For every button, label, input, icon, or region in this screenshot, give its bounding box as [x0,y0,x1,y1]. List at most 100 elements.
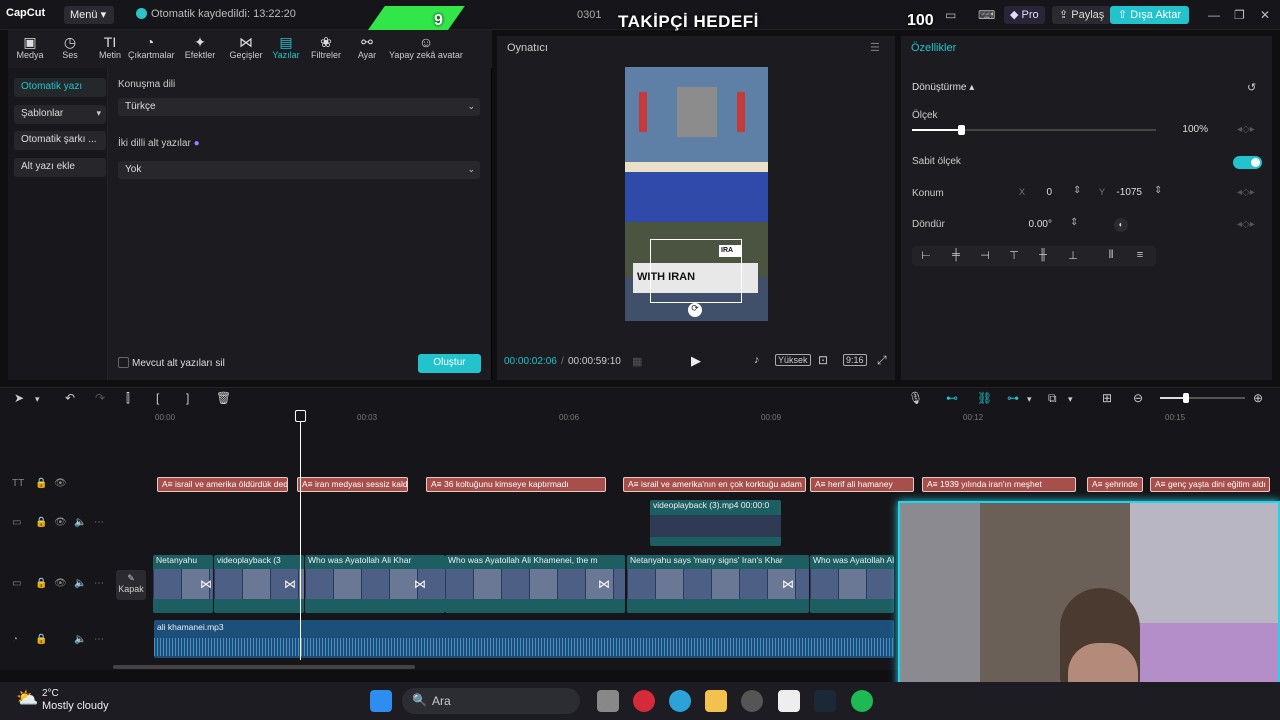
text-clip[interactable]: A≡ şehrinde [1087,477,1143,492]
keyframe-icon[interactable]: ◂◇▸ [1237,219,1255,230]
zoom-slider[interactable] [1160,393,1245,403]
file-explorer-icon[interactable] [705,690,727,712]
align-center-h-icon[interactable]: ╪ [946,249,966,263]
uniform-scale-toggle[interactable] [1233,156,1262,169]
taskbar-search[interactable]: 🔍 Ara [402,688,580,714]
transition-icon[interactable]: ⋈ [414,577,426,591]
align-right-icon[interactable]: ⊣ [975,249,995,263]
tool-transitions[interactable]: ⋈ Geçişler [224,34,268,60]
keyframe-icon[interactable]: ◂◇▸ [1237,187,1255,198]
scale-value[interactable]: 100% [1170,124,1208,139]
capcut-taskbar-icon[interactable] [778,690,800,712]
chatgpt-icon[interactable] [741,690,763,712]
microphone-icon[interactable]: 🎙 [908,391,923,405]
rotate-dial-icon[interactable]: ◐ [1114,218,1128,232]
tool-text[interactable]: TI Metin [88,34,132,60]
share-button[interactable]: ⇪ Paylaş [1052,6,1112,24]
tool-ai-avatar[interactable]: ☺ Yapay zekâ avatar [386,34,466,60]
keyframe-icon[interactable]: ◂◇▸ [1237,124,1255,135]
lock-icon[interactable]: 🔒 [35,578,47,589]
align-center-v-icon[interactable]: ╫ [1033,249,1053,263]
timecode-grid-icon[interactable]: ▦ [632,355,642,368]
split-view-icon[interactable]: ⧉ [1048,391,1057,406]
transition-icon[interactable]: ⋈ [200,577,212,591]
tool-captions[interactable]: ▤ Yazılar [264,34,308,60]
undo-icon[interactable]: ↶ [65,391,75,405]
delete-icon[interactable]: 🗑 [216,391,231,405]
transform-section[interactable]: Dönüştürme ▴ [912,82,974,93]
redo-icon[interactable]: ↷ [95,391,105,405]
pro-badge[interactable]: ◆ Pro [1004,6,1045,24]
audio-clip[interactable]: ali khamanei.mp3 [154,620,894,658]
reset-icon[interactable]: ↺ [1247,81,1256,94]
playhead[interactable] [300,411,301,660]
x-stepper-icon[interactable]: ⇕ [1073,185,1081,196]
task-view-icon[interactable] [597,690,619,712]
timeline-scrollbar[interactable] [113,665,415,669]
fullscreen-icon[interactable]: ⤢ [877,353,887,368]
play-icon[interactable]: ▶ [691,353,701,369]
transition-icon[interactable]: ⋈ [598,577,610,591]
more-icon[interactable]: ⋯ [94,578,104,589]
lock-icon[interactable]: 🔒 [35,478,47,489]
tool-media[interactable]: ▣ Medya [8,34,52,60]
distribute-h-icon[interactable]: ⫴ [1101,249,1121,263]
eye-icon[interactable]: 👁 [54,517,67,528]
more-icon[interactable]: ⋯ [94,634,104,645]
eye-icon[interactable]: 👁 [54,578,67,589]
lock-icon[interactable]: 🔒 [35,634,47,645]
clear-existing-checkbox[interactable] [118,357,129,368]
text-clip[interactable]: A≡ 1939 yılında iran'ın meşhet [922,477,1076,492]
spotify-icon[interactable] [851,690,873,712]
select-tool-icon[interactable]: ➤ [14,391,24,405]
text-clip[interactable]: A≡ iran medyası sessiz kaldı [297,477,408,492]
distribute-v-icon[interactable]: ≡ [1130,249,1150,263]
nav-templates[interactable]: Şablonlar ▾ [14,105,106,124]
tool-sticker[interactable]: ◔ Çıkartmalar [128,34,175,60]
transition-icon[interactable]: ⋈ [782,577,794,591]
transition-icon[interactable]: ⋈ [284,577,296,591]
y-stepper-icon[interactable]: ⇕ [1154,185,1162,196]
menu-button[interactable]: Menü ▾ [64,6,114,24]
chevron-down-icon[interactable]: ▾ [1027,394,1032,405]
rotate-input[interactable]: 0.00° [1020,219,1052,234]
scale-slider-knob[interactable] [957,125,965,135]
video-preview[interactable]: WITH IRAN IRA ⟳ [625,67,768,321]
tool-audio[interactable]: ◷ Ses [48,34,92,60]
tool-effects[interactable]: ✦ Efektler [178,34,222,60]
speaker-icon[interactable]: 🔈 [74,517,86,528]
align-bottom-icon[interactable]: ⊥ [1063,249,1083,263]
windows-start-icon[interactable] [370,690,392,712]
chevron-down-icon[interactable]: ▾ [1068,394,1073,405]
text-clip[interactable]: A≡ herif ali hamaney [810,477,914,492]
export-button[interactable]: ⇧ Dışa Aktar [1110,6,1190,24]
x-input[interactable]: 0 [1030,187,1052,202]
nav-add-subtitle[interactable]: Alt yazı ekle [14,158,106,177]
nav-auto-lyrics[interactable]: Otomatik şarkı ... [14,131,106,150]
scale-slider[interactable] [912,125,1156,135]
tool-filters[interactable]: ❀ Filtreler [304,34,348,60]
rotate-stepper-icon[interactable]: ⇕ [1070,217,1078,228]
trim-left-icon[interactable]: [ [156,391,159,405]
maximize-icon[interactable]: ❐ [1234,8,1245,22]
text-clip[interactable]: A≡ israil ve amerika öldürdük dedi [157,477,288,492]
edge-icon[interactable] [669,690,691,712]
y-input[interactable]: -1075 [1108,187,1142,202]
playhead-handle[interactable] [295,410,306,422]
minimize-icon[interactable]: — [1208,8,1220,22]
zoom-slider-knob[interactable] [1183,393,1189,403]
split-icon[interactable]: ⫿ [126,391,130,406]
quality-button[interactable]: Yüksek [775,354,811,366]
align-top-icon[interactable]: ⊤ [1004,249,1024,263]
create-captions-button[interactable]: Oluştur [418,354,481,373]
language-select[interactable]: Türkçe ⌄ [118,98,480,116]
overlay-video-clip[interactable]: videoplayback (3).mp4 00:00:0 [650,500,781,546]
selection-box[interactable] [650,239,742,303]
ratio-button[interactable]: 9:16 [843,354,867,366]
lock-icon[interactable]: 🔒 [35,517,47,528]
close-icon[interactable]: ✕ [1260,8,1270,22]
steam-icon[interactable] [814,690,836,712]
weather-desc[interactable]: Mostly cloudy [42,700,109,712]
zoom-out-icon[interactable]: ⊖ [1133,391,1143,405]
player-menu-icon[interactable]: ☰ [870,41,880,54]
